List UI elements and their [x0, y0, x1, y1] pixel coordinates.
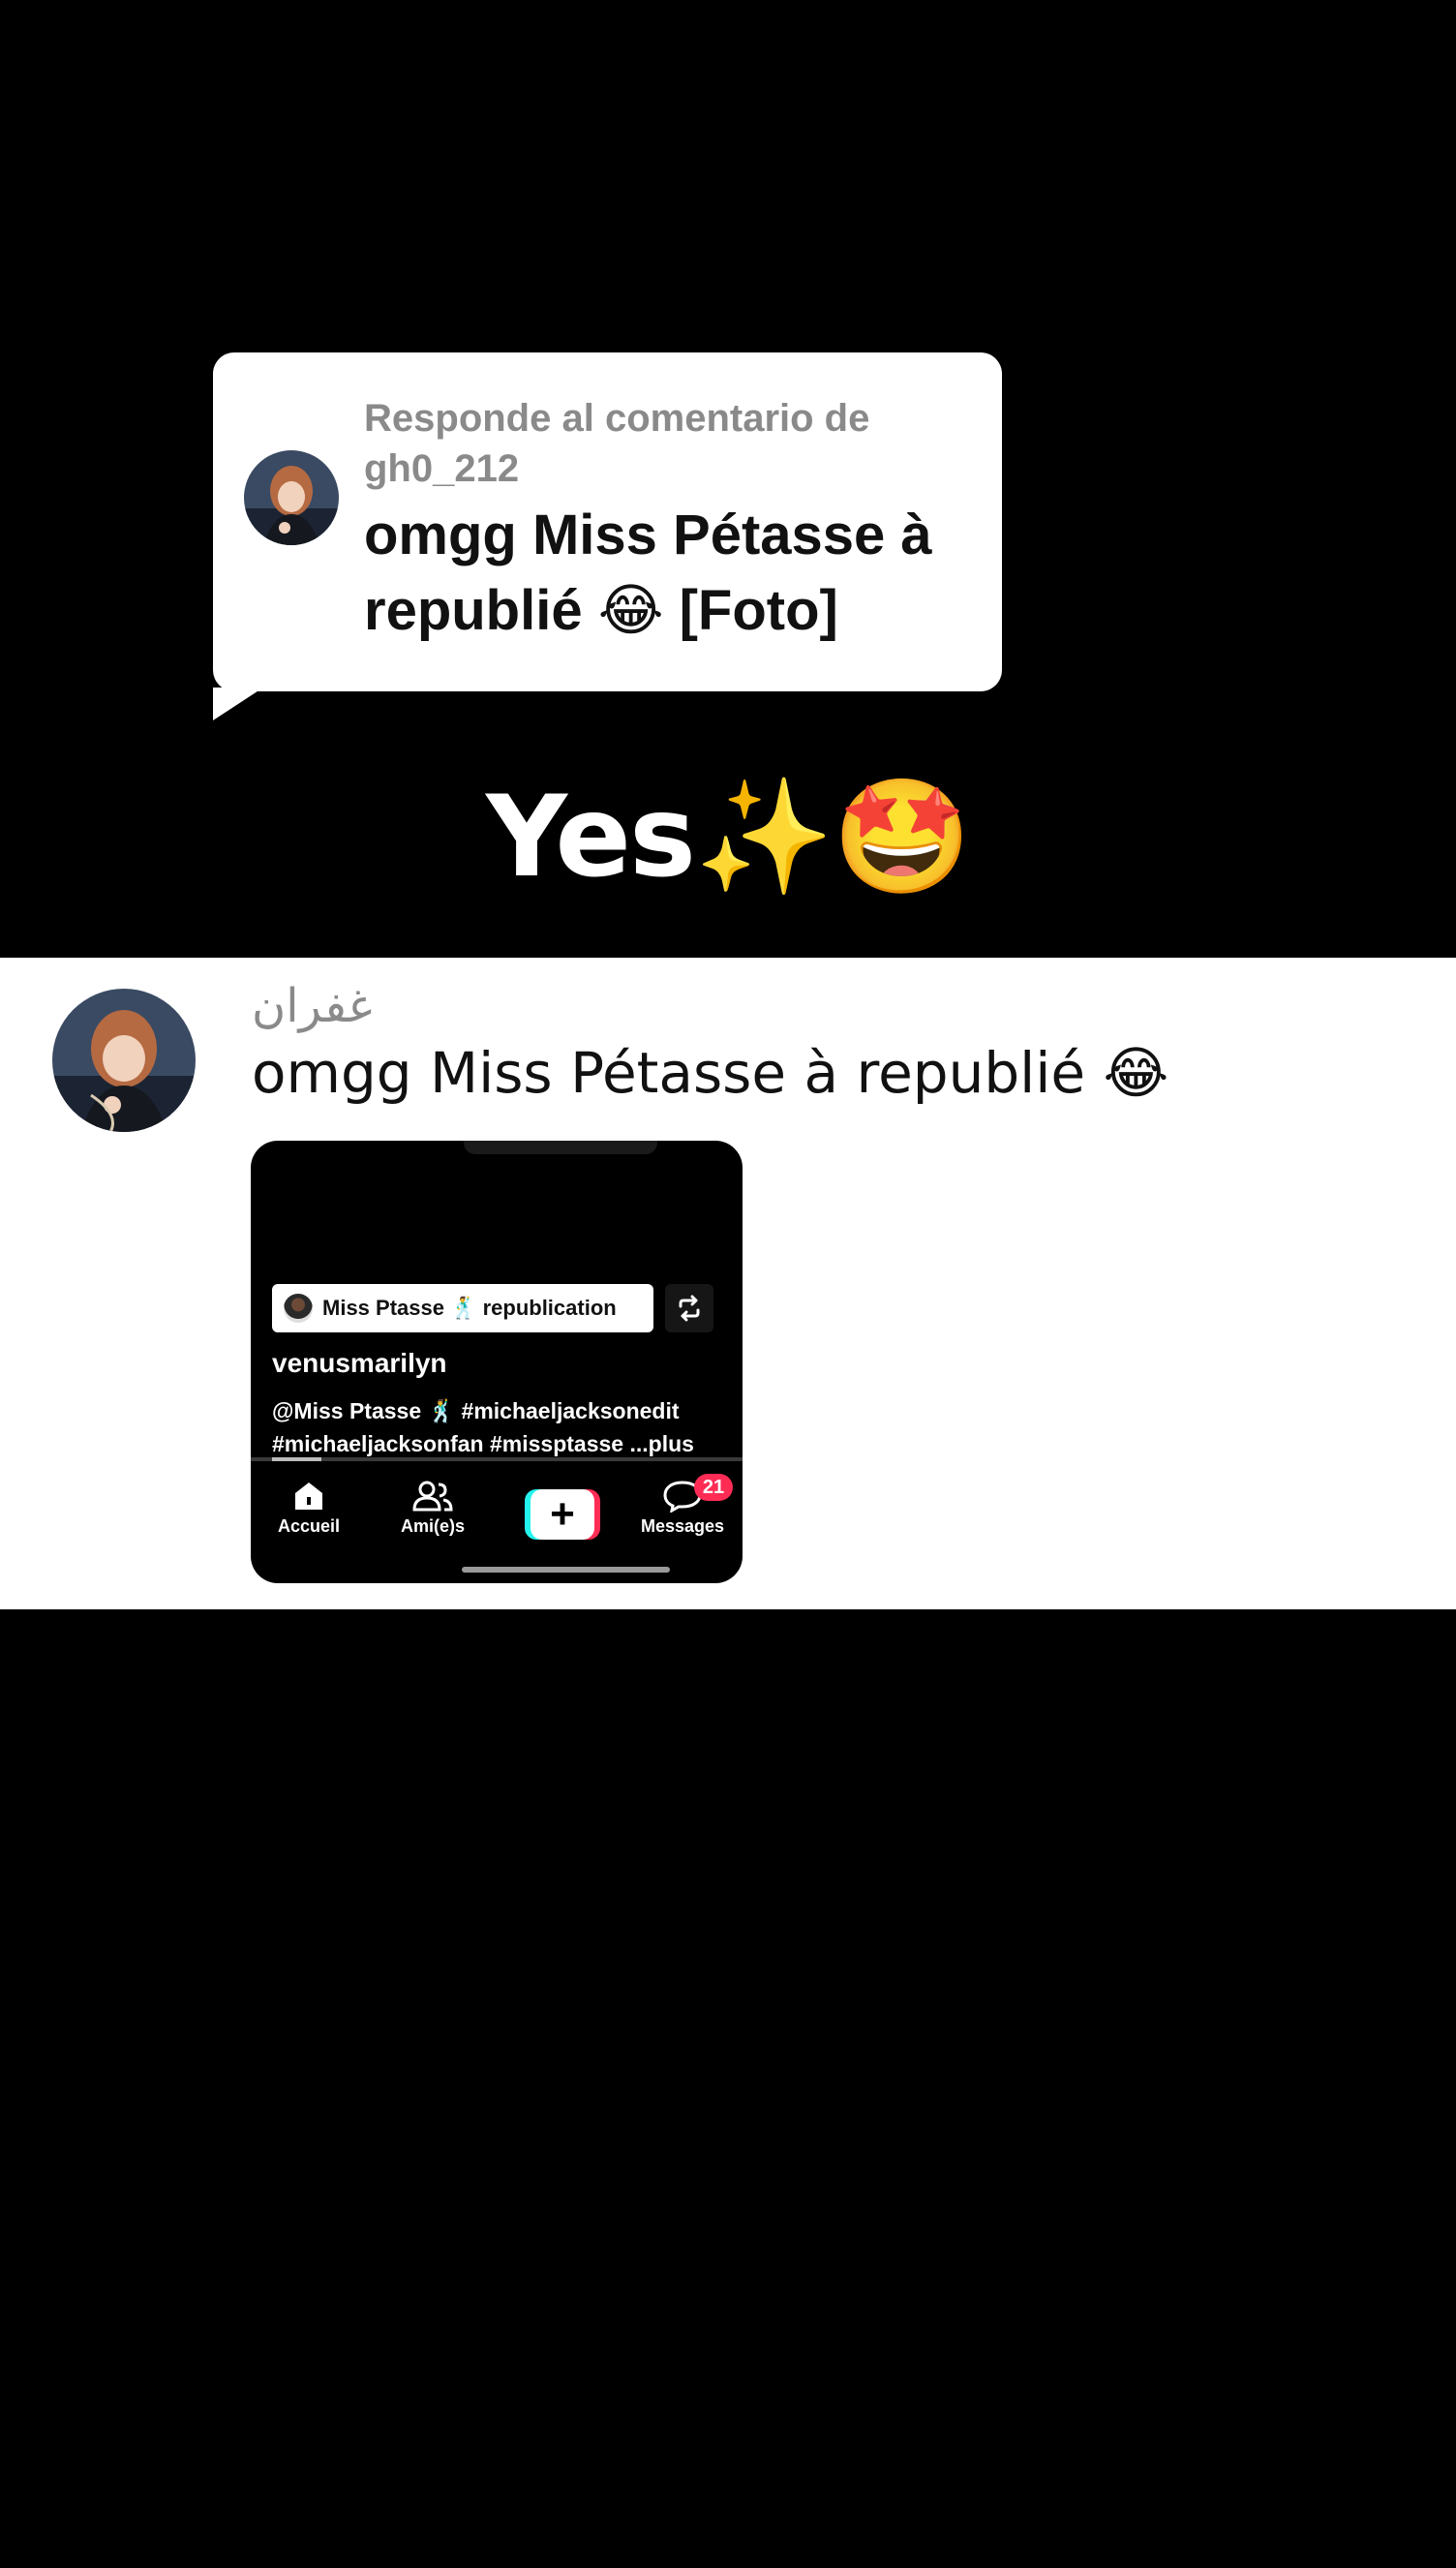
comment-photo-attachment[interactable]: Miss Ptasse 🕺 republication venusmarilyn…	[251, 1141, 743, 1583]
repost-avatar	[284, 1294, 313, 1323]
repost-icon	[665, 1284, 713, 1332]
friends-icon	[412, 1481, 453, 1512]
reply-comment-text: omgg Miss Pétasse à republié 😂 [Foto]	[364, 504, 932, 642]
repost-label-text: Miss Ptasse 🕺 republication	[322, 1296, 617, 1320]
reply-bubble[interactable]: Responde al comentario de gh0_212 omgg M…	[213, 352, 1002, 720]
messages-badge: 21	[694, 1474, 733, 1501]
comment-avatar[interactable]	[52, 989, 196, 1132]
reply-header: Responde al comentario de gh0_212	[364, 397, 870, 490]
comment-username[interactable]: غفران	[252, 977, 372, 1035]
attachment-description: @Miss Ptasse 🕺 #michaeljacksonedit #mich…	[272, 1398, 694, 1456]
nav-home-label: Accueil	[277, 1516, 341, 1536]
repost-label: Miss Ptasse 🕺 republication	[272, 1284, 653, 1332]
create-button: +	[525, 1489, 600, 1540]
video-progress-bar	[251, 1457, 743, 1461]
video-progress-fill	[272, 1457, 321, 1461]
comment-text: omgg Miss Pétasse à republié 😂	[252, 1040, 1169, 1106]
video-caption: Yes✨🤩	[486, 772, 972, 902]
attachment-username: venusmarilyn	[272, 1348, 447, 1378]
avatar	[244, 450, 339, 545]
nav-friends: Ami(e)s	[384, 1480, 481, 1537]
phone-notch	[464, 1141, 657, 1154]
nav-home: Accueil	[260, 1480, 357, 1537]
home-icon	[295, 1483, 322, 1510]
nav-messages-label: Messages	[640, 1516, 725, 1536]
nav-friends-label: Ami(e)s	[400, 1516, 465, 1536]
reply-bubble-tail	[213, 688, 263, 720]
comment-panel: غفران omgg Miss Pétasse à republié 😂 Mis…	[0, 958, 1456, 1609]
home-indicator	[462, 1567, 670, 1573]
plus-icon: +	[531, 1489, 594, 1540]
